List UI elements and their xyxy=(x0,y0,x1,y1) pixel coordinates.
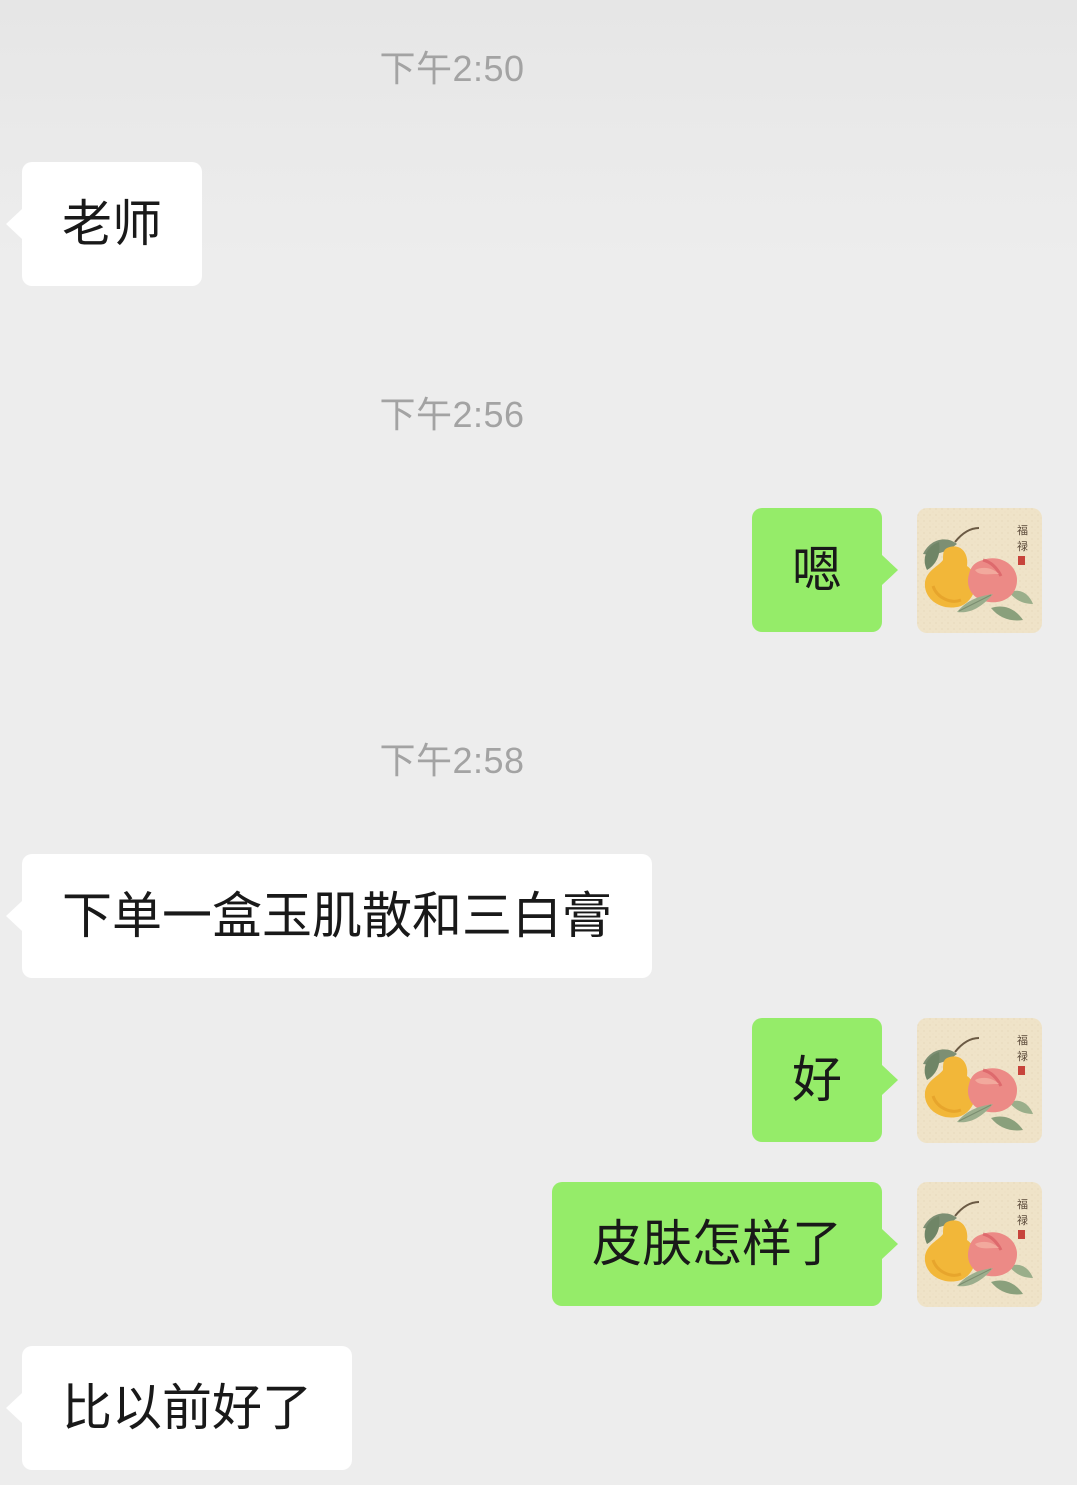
bubble-tail xyxy=(882,555,898,585)
timestamp: 下午2:56 xyxy=(379,394,525,435)
chat-message-list[interactable]: 下午2:50 老师 下午2:56 嗯 下午2:58 下单一盒玉肌散和三白膏 好 … xyxy=(0,0,1077,1485)
timestamp: 下午2:50 xyxy=(379,48,525,89)
message-text: 皮肤怎样了 xyxy=(592,1215,842,1273)
bubble-tail xyxy=(882,1065,898,1095)
peach-pear-painting-icon xyxy=(917,1018,1042,1143)
bubble-tail xyxy=(6,901,22,931)
message-text: 嗯 xyxy=(792,541,842,599)
message-text: 下单一盒玉肌散和三白膏 xyxy=(62,887,612,945)
user-avatar[interactable] xyxy=(917,1182,1042,1307)
outgoing-message-bubble[interactable]: 好 xyxy=(752,1018,898,1142)
outgoing-message-bubble[interactable]: 皮肤怎样了 xyxy=(552,1182,898,1306)
message-text: 老师 xyxy=(62,195,162,253)
user-avatar[interactable] xyxy=(917,1018,1042,1143)
message-text: 好 xyxy=(792,1051,842,1109)
timestamp: 下午2:58 xyxy=(379,740,525,781)
outgoing-message-bubble[interactable]: 嗯 xyxy=(752,508,898,632)
bubble-tail xyxy=(882,1229,898,1259)
incoming-message-bubble[interactable]: 老师 xyxy=(6,162,202,286)
incoming-message-bubble[interactable]: 下单一盒玉肌散和三白膏 xyxy=(6,854,652,978)
message-text: 比以前好了 xyxy=(62,1379,312,1437)
peach-pear-painting-icon xyxy=(917,1182,1042,1307)
incoming-message-bubble[interactable]: 比以前好了 xyxy=(6,1346,352,1470)
peach-pear-painting-icon xyxy=(917,508,1042,633)
bubble-tail xyxy=(6,1393,22,1423)
bubble-tail xyxy=(6,209,22,239)
user-avatar[interactable] xyxy=(917,508,1042,633)
